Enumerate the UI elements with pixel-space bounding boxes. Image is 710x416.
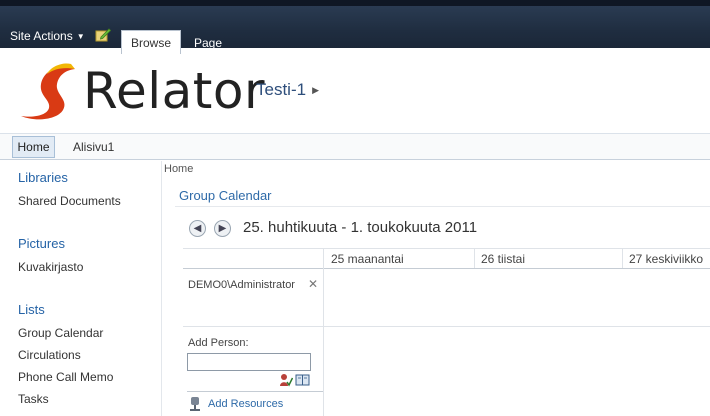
person-column-divider xyxy=(323,248,324,416)
site-title-text: Testi-1 xyxy=(256,80,307,99)
resource-icon xyxy=(190,397,200,411)
tab-browse[interactable]: Browse xyxy=(121,30,181,54)
add-resources-divider xyxy=(187,391,323,392)
quicklaunch-heading-libraries[interactable]: Libraries xyxy=(18,170,68,185)
remove-person-icon[interactable]: ✕ xyxy=(308,277,318,291)
site-logo[interactable]: Relator xyxy=(17,60,265,122)
calendar-person-name: DEMO0\Administrator xyxy=(188,279,295,291)
day-header-tue[interactable]: 26 tiistai xyxy=(481,252,525,266)
edit-page-icon[interactable] xyxy=(95,28,111,42)
calendar-top-border xyxy=(183,248,710,249)
chevron-right-icon: ▶ xyxy=(312,85,319,95)
calendar-date-range: 25. huhtikuuta - 1. toukokuuta 2011 xyxy=(243,219,478,236)
add-person-label: Add Person: xyxy=(188,337,249,349)
chevron-down-icon: ▼ xyxy=(76,32,85,41)
address-book-icon[interactable] xyxy=(295,374,310,386)
check-names-icon[interactable] xyxy=(279,373,293,387)
add-resources-link[interactable]: Add Resources xyxy=(208,398,283,410)
add-person-input[interactable] xyxy=(187,353,311,371)
tab-page[interactable]: Page xyxy=(194,36,222,50)
quicklaunch-divider xyxy=(161,161,162,416)
previous-week-button[interactable]: ◀ xyxy=(189,220,206,237)
site-title[interactable]: Testi-1 ▶ xyxy=(256,80,319,100)
ribbon-bar: Site Actions ▼ Browse Page xyxy=(0,0,710,54)
web-part-divider xyxy=(175,206,710,207)
quicklaunch-heading-pictures[interactable]: Pictures xyxy=(18,236,65,251)
calendar-header-border xyxy=(183,268,710,269)
breadcrumb[interactable]: Home xyxy=(164,163,193,175)
topnav-item-home[interactable]: Home xyxy=(12,136,55,158)
quicklaunch-item-tasks[interactable]: Tasks xyxy=(18,392,49,406)
quicklaunch-item-kuvakirjasto[interactable]: Kuvakirjasto xyxy=(18,260,83,274)
quicklaunch-item-group-calendar[interactable]: Group Calendar xyxy=(18,326,103,340)
quicklaunch-item-phone-call-memo[interactable]: Phone Call Memo xyxy=(18,370,113,384)
quicklaunch-item-shared-documents[interactable]: Shared Documents xyxy=(18,194,121,208)
quicklaunch-heading-lists[interactable]: Lists xyxy=(18,302,45,317)
day-header-wed[interactable]: 27 keskiviikko xyxy=(629,252,703,266)
person-row-divider xyxy=(183,326,710,327)
day-header-mon[interactable]: 25 maanantai xyxy=(331,252,404,266)
day-column-divider xyxy=(622,248,623,268)
next-week-button[interactable]: ▶ xyxy=(214,220,231,237)
site-actions-label: Site Actions xyxy=(10,29,73,43)
web-part-title[interactable]: Group Calendar xyxy=(179,188,272,203)
logo-wordmark: Relator xyxy=(83,62,266,120)
relator-swoosh-icon xyxy=(21,63,75,120)
site-actions-menu[interactable]: Site Actions ▼ xyxy=(10,29,85,43)
quicklaunch-item-circulations[interactable]: Circulations xyxy=(18,348,81,362)
topnav-item-alisivu1[interactable]: Alisivu1 xyxy=(73,140,114,154)
day-column-divider xyxy=(474,248,475,268)
top-navigation: Home Alisivu1 xyxy=(0,133,710,160)
